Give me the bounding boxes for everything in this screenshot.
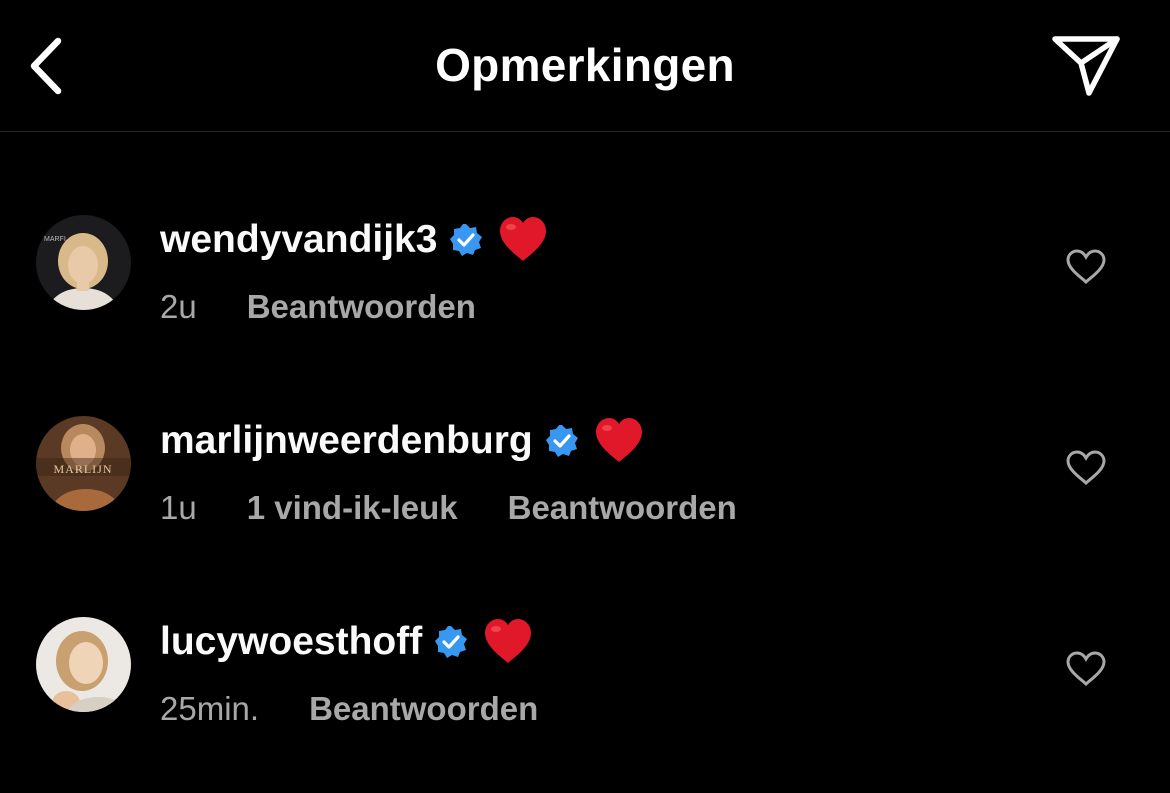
verified-badge-icon	[545, 424, 579, 458]
paper-plane-icon	[1052, 36, 1120, 96]
comment-meta: 2u Beantwoorden	[160, 287, 476, 327]
avatar[interactable]	[36, 617, 131, 712]
username-link[interactable]: lucywoesthoff	[160, 620, 422, 664]
heart-outline-icon	[1066, 249, 1106, 285]
avatar-logo-text: MARLIJN	[53, 462, 112, 476]
likes-count-link[interactable]: 1 vind-ik-leuk	[247, 489, 458, 527]
header-bar: Opmerkingen	[0, 0, 1170, 132]
reply-button[interactable]: Beantwoorden	[247, 288, 476, 326]
comment-header: lucywoesthoff	[160, 617, 534, 667]
comment-header: wendyvandijk3	[160, 215, 549, 265]
comment-item: MARFI wendyvandijk3 2u Beantwoorden	[0, 215, 1170, 355]
username-link[interactable]: marlijnweerdenburg	[160, 419, 533, 463]
username-link[interactable]: wendyvandijk3	[160, 218, 437, 262]
heart-emoji-icon	[593, 415, 645, 467]
comment-meta: 25min. Beantwoorden	[160, 689, 538, 729]
share-button[interactable]	[1048, 30, 1124, 100]
comment-meta: 1u 1 vind-ik-leuk Beantwoorden	[160, 488, 737, 528]
reply-button[interactable]: Beantwoorden	[309, 690, 538, 728]
avatar[interactable]: MARLIJN	[36, 416, 131, 511]
like-button[interactable]	[1062, 647, 1110, 691]
heart-emoji-icon	[497, 214, 549, 266]
avatar[interactable]: MARFI	[36, 215, 131, 310]
heart-outline-icon	[1066, 651, 1106, 687]
comment-header: marlijnweerdenburg	[160, 416, 645, 466]
comment-timestamp: 25min.	[160, 690, 260, 727]
avatar-logo-text: MARFI	[44, 236, 66, 243]
verified-badge-icon	[434, 625, 468, 659]
comment-timestamp: 1u	[160, 489, 197, 526]
like-button[interactable]	[1062, 245, 1110, 289]
verified-badge-icon	[449, 223, 483, 257]
heart-outline-icon	[1066, 450, 1106, 486]
comment-timestamp: 2u	[160, 288, 197, 325]
reply-button[interactable]: Beantwoorden	[508, 489, 737, 527]
like-button[interactable]	[1062, 446, 1110, 490]
page-title: Opmerkingen	[435, 39, 735, 91]
comment-item: lucywoesthoff 25min. Beantwoorden	[0, 617, 1170, 757]
heart-emoji-icon	[482, 616, 534, 668]
comment-item: MARLIJN marlijnweerdenburg 1u 1 vind-ik-…	[0, 416, 1170, 556]
